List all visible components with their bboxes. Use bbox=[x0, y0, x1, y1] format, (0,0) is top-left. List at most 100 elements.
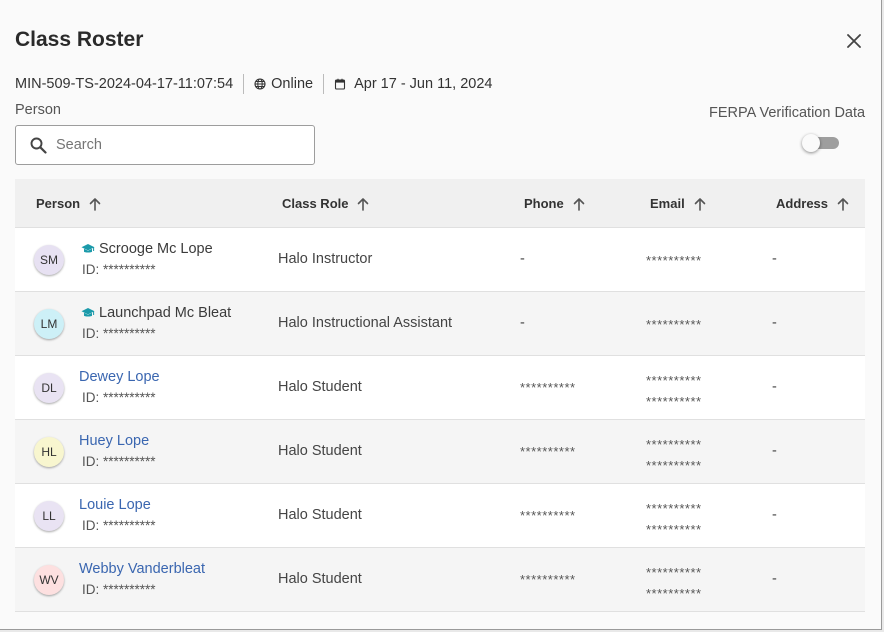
column-header-label: Address bbox=[776, 196, 829, 211]
address-cell: - bbox=[772, 315, 777, 331]
person-name-link[interactable]: Dewey Lope bbox=[79, 369, 160, 385]
email-cell: ********** ********** bbox=[646, 434, 702, 476]
column-header-phone[interactable]: Phone bbox=[524, 179, 586, 228]
class-role-cell: Halo Student bbox=[278, 443, 362, 459]
person-name: Scrooge Mc Lope bbox=[99, 241, 213, 257]
graduation-cap-icon bbox=[81, 308, 95, 317]
person-name-line: Scrooge Mc Lope bbox=[81, 241, 213, 257]
email-value: ********** bbox=[646, 501, 702, 516]
address-cell: - bbox=[772, 443, 777, 459]
class-roster-dialog: Class Roster MIN-509-TS-2024-04-17-11:07… bbox=[0, 0, 882, 630]
email-cell: ********** bbox=[646, 250, 702, 271]
person-filter-label: Person bbox=[15, 102, 61, 118]
table-row: LL Louie Lope ID: ********** Halo Student **… bbox=[15, 484, 865, 548]
email-value: ********** bbox=[646, 522, 702, 537]
column-header-label: Person bbox=[36, 196, 81, 211]
phone-cell: - bbox=[520, 315, 525, 331]
class-role-cell: Halo Student bbox=[278, 507, 362, 523]
email-value: ********** bbox=[646, 437, 702, 452]
phone-cell: ********** bbox=[520, 444, 576, 459]
class-code: MIN-509-TS-2024-04-17-11:07:54 bbox=[15, 76, 234, 92]
email-value: ********** bbox=[646, 253, 702, 268]
avatar: HL bbox=[34, 437, 64, 467]
table-row: WV Webby Vanderbleat ID: ********** Halo St… bbox=[15, 548, 865, 612]
email-value: ********** bbox=[646, 586, 702, 601]
person-id: ID: ********** bbox=[82, 454, 156, 469]
phone-cell: ********** bbox=[520, 572, 576, 587]
avatar: LL bbox=[34, 501, 64, 531]
person-id: ID: ********** bbox=[82, 582, 156, 597]
email-cell: ********** bbox=[646, 314, 702, 335]
avatar: DL bbox=[34, 373, 64, 403]
column-header-person[interactable]: Person bbox=[36, 179, 102, 228]
modality-text: Online bbox=[271, 76, 314, 92]
arrow-up-icon bbox=[358, 197, 369, 211]
meta-divider bbox=[323, 74, 325, 94]
person-name-link[interactable]: Louie Lope bbox=[79, 497, 151, 513]
phone-cell: - bbox=[520, 251, 525, 267]
toggle-thumb bbox=[802, 134, 820, 152]
arrow-up-icon bbox=[694, 197, 705, 211]
date-range-text: Apr 17 - Jun 11, 2024 bbox=[354, 76, 493, 92]
column-header-label: Email bbox=[650, 196, 685, 211]
column-header-address[interactable]: Address bbox=[776, 179, 850, 228]
person-name: Launchpad Mc Bleat bbox=[99, 305, 232, 321]
address-cell: - bbox=[772, 379, 777, 395]
modality: Online bbox=[254, 76, 313, 92]
globe-icon bbox=[254, 78, 266, 90]
address-cell: - bbox=[772, 251, 777, 267]
person-id: ID: ********** bbox=[82, 262, 156, 277]
ferpa-toggle[interactable] bbox=[802, 134, 840, 152]
table-row: HL Huey Lope ID: ********** Halo Student ***… bbox=[15, 420, 865, 484]
address-cell: - bbox=[772, 571, 777, 587]
avatar: WV bbox=[34, 565, 64, 595]
person-name-line: Louie Lope bbox=[79, 497, 151, 513]
table-row: SM Scrooge Mc Lope ID: ********** Halo Inst… bbox=[15, 228, 865, 292]
roster-table: Person Class Role Phone Email Address SM Scro… bbox=[15, 179, 865, 612]
meta-divider bbox=[243, 74, 245, 94]
search-box[interactable] bbox=[15, 125, 315, 165]
phone-cell: ********** bbox=[520, 380, 576, 395]
arrow-up-icon bbox=[573, 197, 585, 211]
person-name-link[interactable]: Huey Lope bbox=[79, 433, 149, 449]
address-cell: - bbox=[772, 507, 777, 523]
avatar: SM bbox=[34, 245, 64, 275]
avatar: LM bbox=[34, 309, 64, 339]
email-value: ********** bbox=[646, 458, 702, 473]
ferpa-label: FERPA Verification Data bbox=[709, 105, 866, 121]
phone-cell: ********** bbox=[520, 508, 576, 523]
person-name-link[interactable]: Webby Vanderbleat bbox=[79, 561, 205, 577]
arrow-up-icon bbox=[89, 197, 101, 211]
search-input[interactable] bbox=[56, 137, 296, 153]
email-value: ********** bbox=[646, 565, 702, 580]
table-row: LM Launchpad Mc Bleat ID: ********** Halo I… bbox=[15, 292, 865, 356]
column-header-email[interactable]: Email bbox=[650, 179, 707, 228]
class-role-cell: Halo Student bbox=[278, 379, 362, 395]
dialog-title: Class Roster bbox=[15, 28, 144, 51]
person-name-line: Huey Lope bbox=[79, 433, 149, 449]
table-header: Person Class Role Phone Email Address bbox=[15, 179, 865, 228]
date-range: Apr 17 - Jun 11, 2024 bbox=[334, 76, 492, 92]
person-id: ID: ********** bbox=[82, 518, 156, 533]
table-row: DL Dewey Lope ID: ********** Halo Student **… bbox=[15, 356, 865, 420]
search-icon bbox=[30, 137, 47, 154]
arrow-up-icon bbox=[837, 197, 849, 211]
class-role-cell: Halo Instructional Assistant bbox=[278, 315, 453, 331]
class-role-cell: Halo Instructor bbox=[278, 251, 373, 267]
person-id: ID: ********** bbox=[82, 326, 156, 341]
column-header-label: Phone bbox=[524, 196, 564, 211]
email-cell: ********** ********** bbox=[646, 370, 702, 412]
email-value: ********** bbox=[646, 373, 702, 388]
person-name-line: Dewey Lope bbox=[79, 369, 160, 385]
graduation-cap-icon bbox=[81, 244, 95, 253]
email-value: ********** bbox=[646, 394, 702, 409]
close-button[interactable] bbox=[843, 30, 865, 52]
class-role-cell: Halo Student bbox=[278, 571, 362, 587]
person-name-line: Webby Vanderbleat bbox=[79, 561, 205, 577]
column-header-label: Class Role bbox=[282, 196, 349, 211]
class-meta: MIN-509-TS-2024-04-17-11:07:54 Online Ap… bbox=[15, 73, 492, 95]
close-icon bbox=[847, 34, 861, 48]
column-header-class-role[interactable]: Class Role bbox=[282, 179, 370, 228]
person-name-line: Launchpad Mc Bleat bbox=[81, 305, 231, 321]
email-cell: ********** ********** bbox=[646, 498, 702, 540]
